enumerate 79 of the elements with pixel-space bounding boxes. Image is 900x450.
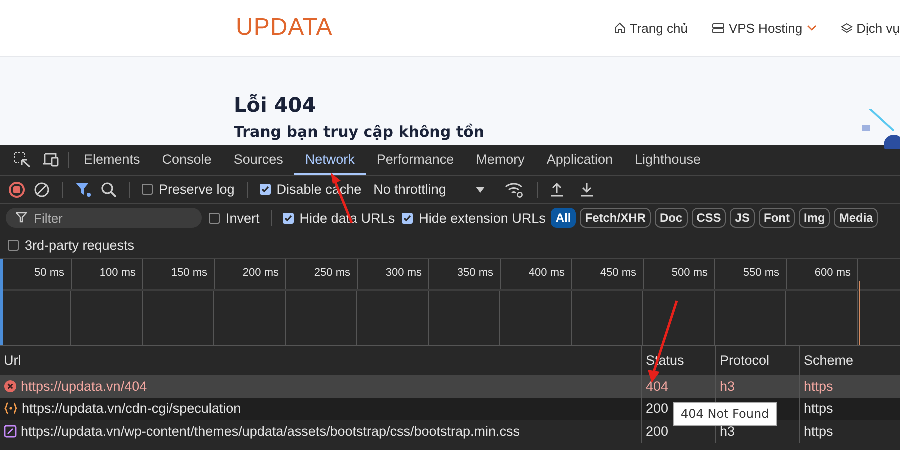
checkbox-label: Hide extension URLs [419,210,546,226]
nav-link[interactable]: Dịch vụ [856,20,900,36]
type-filter-chip[interactable]: All [550,208,576,228]
download-icon[interactable] [580,182,594,198]
scheme-cell: https [804,424,834,439]
type-filter-chip[interactable]: Doc [654,208,688,228]
load-marker-line [859,281,861,345]
url-cell: https://updata.vn/404 [21,378,148,394]
disable-cache-checkbox[interactable] [260,184,271,195]
home-icon [614,22,626,34]
timeline-tick: 600 ms [786,259,858,289]
timeline-tick: 250 ms [286,259,358,289]
scheme-cell: https [804,378,834,394]
nav-link[interactable]: VPS Hosting [728,20,803,36]
error-icon [4,380,17,393]
request-row[interactable]: https://updata.vn/404 404 h3 https [0,375,900,398]
column-header[interactable]: Url [0,346,641,375]
preserve-log-checkbox[interactable] [142,184,153,195]
filter-icon [16,212,27,223]
type-filter-chip[interactable]: Font [758,208,795,228]
protocol-cell: h3 [720,378,736,394]
type-filter-chip[interactable]: Img [798,208,830,228]
filter-checkbox[interactable] [282,212,294,224]
illustration-drawing [860,109,900,149]
layers-icon [840,22,853,34]
filter-icon[interactable] [75,182,93,198]
timeline-tick: 450 ms [572,259,644,289]
device-icon[interactable] [42,152,60,168]
devtools-tab[interactable]: Lighthouse [624,145,712,175]
devtools-tab[interactable]: Performance [366,145,466,175]
timeline-handle-icon[interactable] [0,259,4,345]
scheme-cell: https [804,401,834,416]
checkbox-label: Preserve log [159,182,235,197]
devtools-tab[interactable]: Application [536,145,624,175]
page-heading: Trang bạn truy cập không tồn [234,123,486,141]
url-cell: https://updata.vn/wp-content/themes/updata/assets/bootstrap/css/bootstrap.min.css [21,424,520,439]
timeline-tick: 500 ms [644,259,715,289]
timeline-tick: 300 ms [358,259,429,289]
timeline-tick: 400 ms [500,259,572,289]
caret-icon [476,186,486,192]
status-tooltip: 404 Not Found [673,402,778,426]
chevron-icon [806,25,817,31]
timeline-tick: 150 ms [143,259,214,289]
clear-icon[interactable] [34,182,50,198]
devtools-tab[interactable]: Network [294,145,366,175]
status-cell: 404 [646,378,669,394]
inspect-icon[interactable] [14,152,32,168]
timeline-tick: 350 ms [429,259,500,289]
devtools-tab[interactable]: Console [151,145,223,175]
timeline-tick: 550 ms [715,259,786,289]
devtools-tab[interactable]: Memory [465,145,536,175]
devtools-tab[interactable]: Elements [73,145,152,175]
wifi-gear-icon[interactable] [505,182,526,198]
type-filter-chip[interactable]: CSS [692,208,726,228]
timeline-tick: 100 ms [72,259,143,289]
filter-field[interactable]: Filter [6,208,202,228]
stop-recording-icon[interactable] [8,180,26,198]
nav-link[interactable]: Trang chủ [630,20,688,36]
type-filter-chip[interactable]: JS [730,208,755,228]
server-icon [712,22,725,34]
status-cell: 200 [646,401,669,416]
upload-icon[interactable] [550,182,564,198]
timeline-tick: 200 ms [214,259,286,289]
type-filter-chip[interactable]: Fetch/XHR [580,208,651,228]
devtools-tab[interactable]: Sources [222,145,294,175]
error-title: Lỗi 404 [234,93,318,117]
braces-icon [4,402,18,416]
filter-checkbox[interactable] [209,212,220,224]
stylesheet-icon [4,424,17,438]
type-filter-chip[interactable]: Media [834,208,878,228]
filter-checkbox[interactable] [402,212,414,224]
third-party-checkbox[interactable] [8,240,19,250]
url-cell: https://updata.vn/cdn-cgi/speculation [22,401,242,416]
checkbox-label: Invert [226,210,260,226]
checkbox-label: 3rd-party requests [25,238,135,252]
protocol-cell: h3 [720,424,736,439]
search-icon[interactable] [101,182,117,198]
status-cell: 200 [646,424,669,439]
throttling-dropdown[interactable]: No throttling [370,182,490,197]
